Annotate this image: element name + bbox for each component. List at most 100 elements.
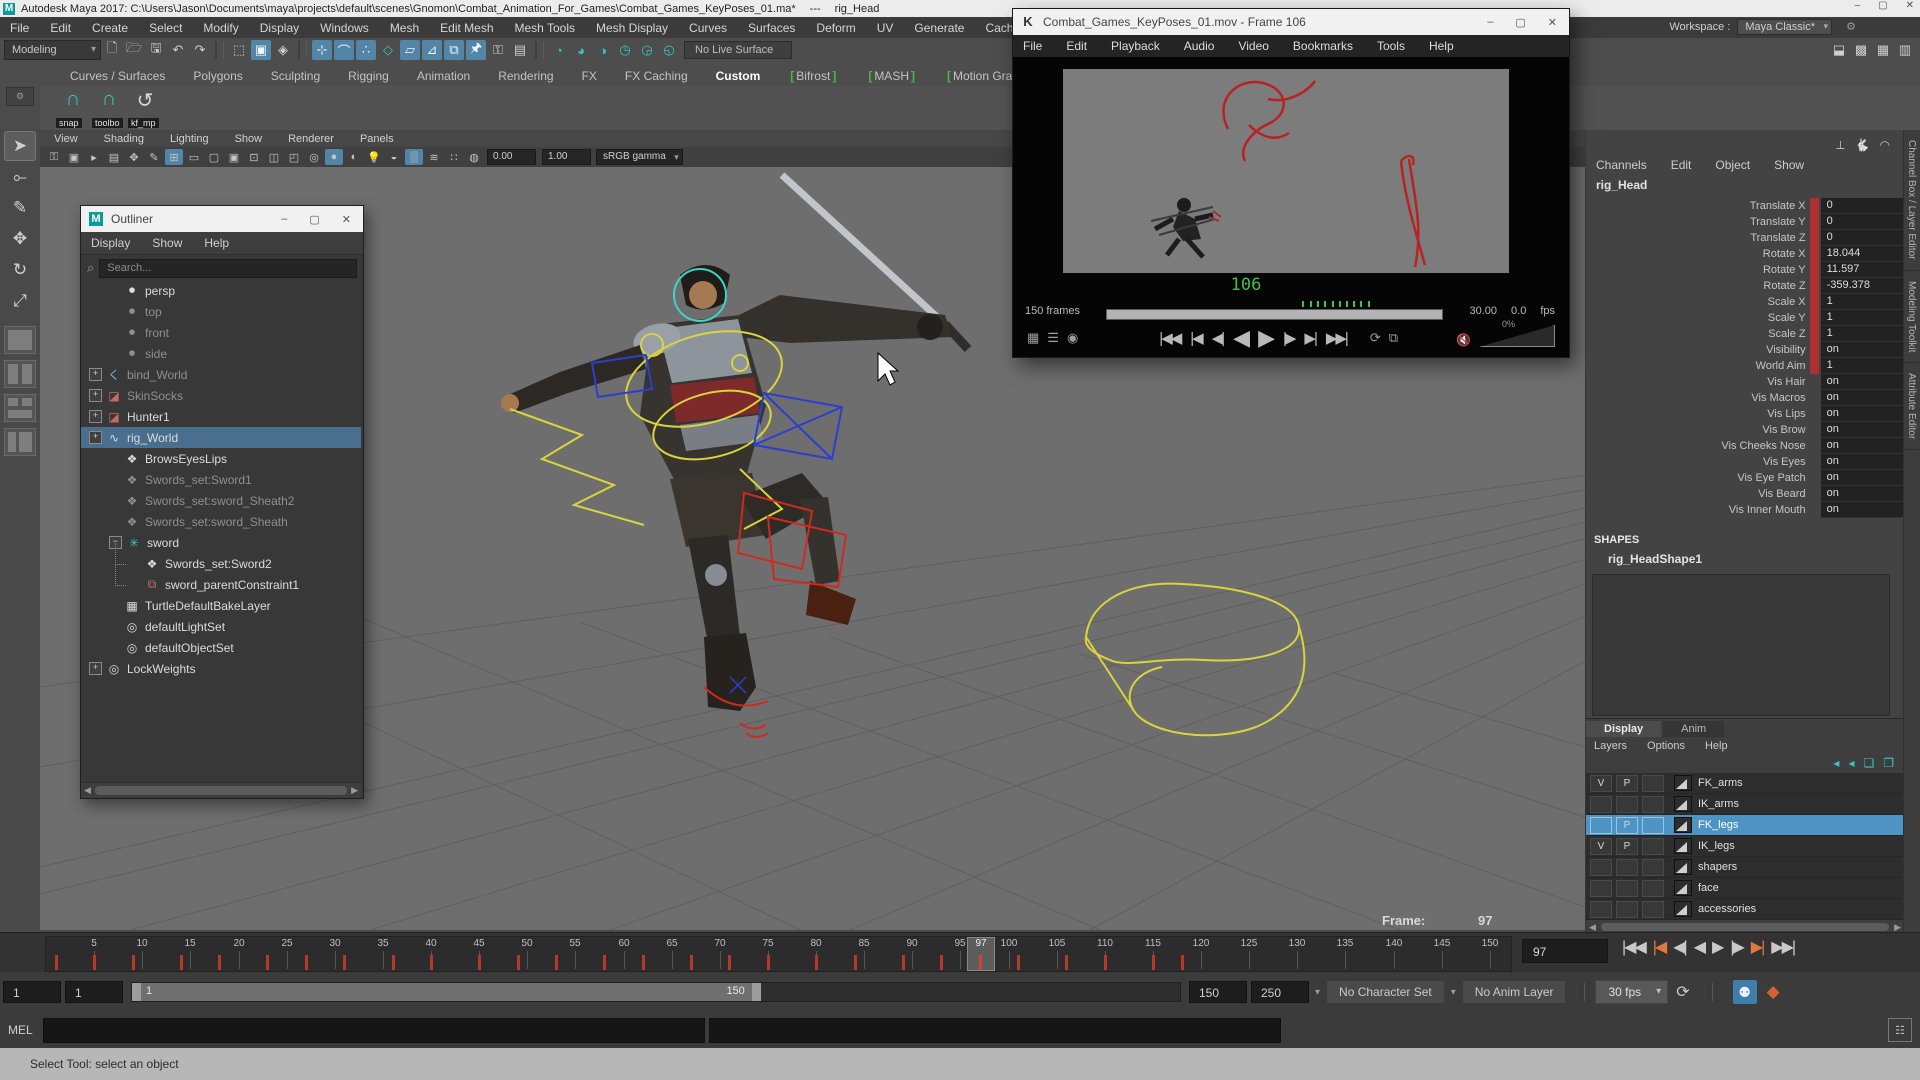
layer-playback-toggle[interactable]: P — [1616, 775, 1638, 792]
render-frame-icon[interactable]: ◷ — [615, 40, 635, 60]
four-pane-layout-button[interactable] — [4, 394, 36, 422]
undo-icon[interactable]: ↶ — [168, 40, 188, 60]
scroll-left-icon[interactable]: ◀ — [1589, 922, 1596, 933]
animation-start-field[interactable]: 1 — [3, 981, 61, 1003]
current-frame-field[interactable]: 97 — [1522, 939, 1608, 963]
move-layer-up-icon[interactable]: ◂ — [1833, 756, 1839, 770]
channel-value-field[interactable]: on — [1821, 406, 1904, 422]
outliner-item-defaultlightset[interactable]: ◎defaultLightSet — [81, 616, 361, 637]
player-menu-bookmarks[interactable]: Bookmarks — [1293, 39, 1353, 53]
layer-row-fk-legs[interactable]: PFK_legs — [1586, 815, 1904, 836]
step-forward-button[interactable]: |▶ — [1283, 329, 1294, 347]
layer-color-swatch[interactable] — [1674, 859, 1692, 875]
layer-color-swatch[interactable] — [1674, 817, 1692, 833]
shelf-tab-rigging[interactable]: Rigging — [334, 66, 403, 86]
menu-edit-mesh[interactable]: Edit Mesh — [440, 21, 493, 35]
range-end-handle[interactable] — [752, 983, 761, 1001]
menu-deform[interactable]: Deform — [816, 21, 855, 35]
step-back-button[interactable]: ◀| — [1212, 329, 1223, 347]
player-menu-video[interactable]: Video — [1238, 39, 1268, 53]
menu-curves[interactable]: Curves — [689, 21, 727, 35]
command-language-label[interactable]: MEL — [8, 1023, 33, 1037]
menu-mesh-display[interactable]: Mesh Display — [596, 21, 668, 35]
grease-pencil-icon[interactable]: ✎ — [145, 149, 163, 165]
step-forward-frame-button[interactable]: |▶ — [1730, 937, 1742, 957]
expand-toggle-icon[interactable]: + — [89, 389, 102, 402]
speed-slow-icon[interactable]: 🐇 — [1855, 138, 1870, 153]
wireframe-icon[interactable]: ◎ — [305, 149, 323, 165]
workspace-value[interactable]: Maya Classic* — [1737, 19, 1832, 35]
loop-playback-icon[interactable]: ⟳ — [1676, 982, 1689, 1002]
ao-icon[interactable]: ▒ — [405, 149, 423, 165]
shelf-tab-bifrost[interactable]: [Bifrost] — [774, 66, 852, 86]
menu-display[interactable]: Display — [260, 21, 299, 35]
channel-value-field[interactable]: on — [1821, 374, 1904, 390]
outliner-item-side[interactable]: ⏺side — [81, 343, 361, 364]
outliner-menu-display[interactable]: Display — [91, 236, 130, 250]
scrollbar-thumb[interactable] — [95, 786, 347, 795]
layer-playback-toggle[interactable] — [1616, 901, 1638, 918]
range-start-handle[interactable] — [132, 983, 141, 1001]
player-menu-audio[interactable]: Audio — [1184, 39, 1215, 53]
new-scene-icon[interactable]: 🗋 — [102, 40, 122, 60]
layer-row-fk-arms[interactable]: VPFK_arms — [1586, 773, 1904, 794]
rotate-tool-icon[interactable]: ↻ — [4, 255, 36, 285]
minimize-button[interactable]: – — [281, 213, 287, 226]
volume-slider[interactable] — [1479, 325, 1555, 347]
panel-menu-renderer[interactable]: Renderer — [288, 133, 334, 145]
shelf-tab-sculpting[interactable]: Sculpting — [257, 66, 334, 86]
menu-create[interactable]: Create — [92, 21, 128, 35]
outliner-item-persp[interactable]: ⏺persp — [81, 280, 361, 301]
channel-value-field[interactable]: 1 — [1821, 358, 1904, 374]
maximize-button[interactable]: ▢ — [1878, 0, 1887, 11]
color-management-dropdown[interactable]: sRGB gamma — [596, 149, 683, 165]
outliner-item-lockweights[interactable]: +◎LockWeights — [81, 658, 361, 679]
layer-color-swatch[interactable] — [1674, 796, 1692, 812]
command-input[interactable] — [43, 1018, 705, 1043]
channel-box-menu-object[interactable]: Object — [1715, 158, 1750, 172]
layer-row-face[interactable]: face — [1586, 878, 1904, 899]
panel-menu-show[interactable]: Show — [235, 133, 263, 145]
resolution-gate-icon[interactable]: ▢ — [205, 149, 223, 165]
workspace-gear-icon[interactable]: ⚙ — [1846, 20, 1856, 33]
channel-value-field[interactable]: on — [1821, 422, 1904, 438]
shelf-tab-fx[interactable]: FX — [568, 66, 611, 86]
hypershade-toggle-icon[interactable]: ▩ — [1851, 40, 1871, 60]
single-pane-layout-button[interactable] — [4, 326, 36, 354]
channel-value-field[interactable]: on — [1821, 454, 1904, 470]
layer-playback-toggle[interactable]: P — [1616, 838, 1638, 855]
loop-mode-icon[interactable]: ⟳ — [1370, 330, 1381, 346]
outliner-item-swords-set-sword-sheath[interactable]: ❖Swords_set:sword_Sheath — [81, 511, 361, 532]
outliner-menu-help[interactable]: Help — [204, 236, 229, 250]
character-set-icon[interactable]: ⚉ — [1733, 980, 1757, 1004]
make-live-icon[interactable]: 🖈 — [466, 40, 486, 60]
palette-icon[interactable]: ◉ — [1067, 330, 1078, 346]
shelf-tab-animation[interactable]: Animation — [403, 66, 484, 86]
select-hierarchy-icon[interactable]: ⬚ — [229, 40, 249, 60]
layer-display-type-toggle[interactable] — [1642, 859, 1664, 876]
lights-icon[interactable]: 💡 — [365, 149, 383, 165]
2d-pan-zoom-icon[interactable]: ✥ — [125, 149, 143, 165]
field-chart-icon[interactable]: ⊡ — [245, 149, 263, 165]
current-time-indicator[interactable]: 97 — [967, 937, 995, 971]
camera-lock-icon[interactable]: ⚿ — [45, 149, 63, 165]
go-to-start-button[interactable]: |◀◀ — [1622, 937, 1645, 957]
history-icon[interactable]: ◑ — [593, 40, 613, 60]
player-menu-tools[interactable]: Tools — [1377, 39, 1405, 53]
time-slider-track[interactable]: 5101520253035404550556065707580859095100… — [45, 936, 1512, 972]
layer-visibility-toggle[interactable] — [1590, 901, 1612, 918]
layer-visibility-toggle[interactable]: V — [1590, 838, 1612, 855]
copy-frame-icon[interactable]: ⧉ — [1389, 330, 1398, 346]
side-tab-modeling-toolkit[interactable]: Modeling Toolkit — [1904, 271, 1919, 364]
play-backwards-button[interactable]: ◀ — [1233, 325, 1248, 351]
side-tab-attribute-editor[interactable]: Attribute Editor — [1904, 363, 1919, 450]
outliner-horizontal-scrollbar[interactable]: ◀ ▶ — [81, 782, 361, 798]
scroll-left-icon[interactable]: ◀ — [84, 785, 91, 796]
output-connections-icon[interactable]: ◕ — [571, 40, 591, 60]
scroll-right-icon[interactable]: ▶ — [351, 785, 358, 796]
minimize-button[interactable]: – — [1487, 16, 1493, 29]
select-object-icon[interactable]: ▣ — [251, 40, 271, 60]
workspace-selector[interactable]: Workspace : Maya Classic* — [1669, 19, 1832, 35]
grid-icon[interactable]: ⊞ — [165, 149, 183, 165]
bookmark-icon[interactable]: ▸ — [85, 149, 103, 165]
